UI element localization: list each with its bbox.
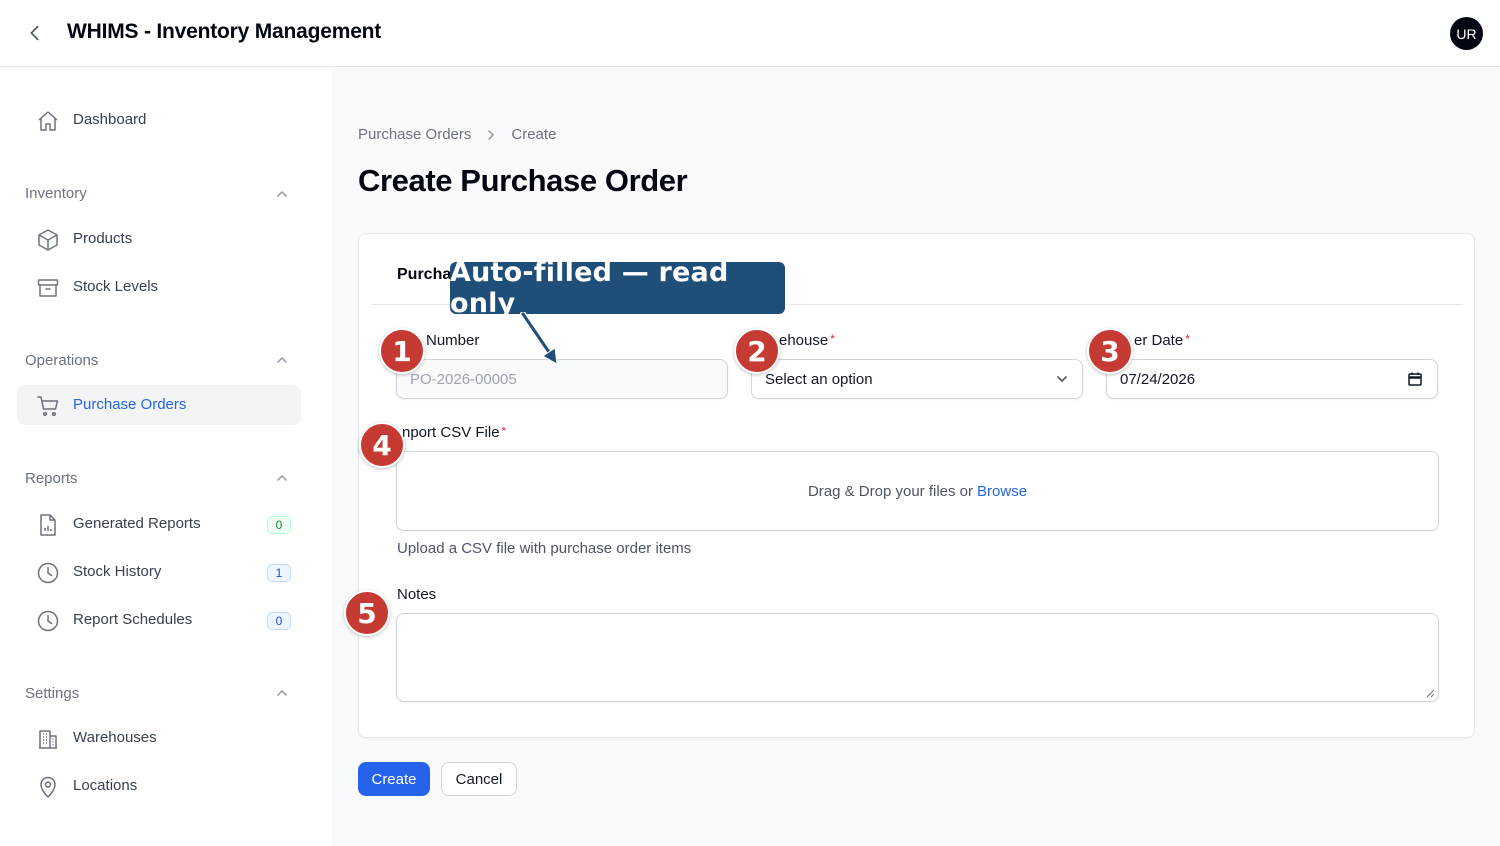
page-title: Create Purchase Order xyxy=(358,163,688,198)
count-badge: 0 xyxy=(267,612,291,630)
sidebar-item-report-schedules[interactable]: Report Schedules 0 xyxy=(17,600,301,640)
sidebar-item-label: Purchase Orders xyxy=(73,396,187,413)
sidebar-item-label: Warehouses xyxy=(73,729,157,746)
chevron-up-icon[interactable] xyxy=(274,352,290,368)
sidebar-item-label: Generated Reports xyxy=(73,515,201,532)
sidebar-item-warehouses[interactable]: Warehouses xyxy=(17,718,301,758)
clock-icon xyxy=(37,562,59,584)
breadcrumb: Purchase Orders Create xyxy=(358,126,556,143)
order-date-input[interactable]: 07/24/2026 xyxy=(1106,359,1438,399)
order-date-label: er Date * xyxy=(1134,332,1190,349)
csv-file-label: nport CSV File * xyxy=(402,424,507,441)
clock-icon xyxy=(37,610,59,632)
home-icon xyxy=(38,111,58,131)
shopping-cart-icon xyxy=(37,396,59,417)
chevron-up-icon[interactable] xyxy=(274,685,290,701)
annotation-callout: Auto-filled — read only xyxy=(450,257,785,319)
sidebar-item-purchase-orders[interactable]: Purchase Orders xyxy=(17,385,301,425)
user-avatar[interactable]: UR xyxy=(1450,17,1483,50)
chevron-down-icon xyxy=(1057,376,1067,382)
resize-handle-icon[interactable] xyxy=(1426,689,1435,698)
sidebar: Dashboard Inventory Products Stock Level… xyxy=(0,68,332,846)
document-chart-icon xyxy=(40,514,56,536)
chevron-up-icon[interactable] xyxy=(274,470,290,486)
sidebar-item-label: Dashboard xyxy=(73,111,147,128)
step-marker-1: 1 xyxy=(379,328,425,374)
back-arrow-icon[interactable] xyxy=(24,22,46,44)
group-label-settings: Settings xyxy=(25,685,80,702)
calendar-icon[interactable] xyxy=(1407,371,1423,387)
sidebar-item-products[interactable]: Products xyxy=(17,219,301,259)
breadcrumb-link-purchase-orders[interactable]: Purchase Orders xyxy=(358,126,471,143)
section-title: Purcha xyxy=(397,266,452,283)
group-label-operations: Operations xyxy=(25,352,99,369)
create-button[interactable]: Create xyxy=(358,762,430,796)
sidebar-item-stock-history[interactable]: Stock History 1 xyxy=(17,552,301,592)
count-badge: 0 xyxy=(267,516,291,534)
browse-link[interactable]: Browse xyxy=(977,483,1027,500)
cancel-button[interactable]: Cancel xyxy=(441,762,517,796)
map-pin-icon xyxy=(40,776,56,798)
sidebar-item-generated-reports[interactable]: Generated Reports 0 xyxy=(17,504,301,544)
building-icon xyxy=(39,730,57,749)
chevron-up-icon[interactable] xyxy=(274,186,290,202)
warehouse-select[interactable]: Select an option xyxy=(751,359,1083,399)
step-marker-3: 3 xyxy=(1087,328,1133,374)
notes-label: Notes xyxy=(397,586,437,603)
group-label-reports: Reports xyxy=(25,470,78,487)
sidebar-item-locations[interactable]: Locations xyxy=(17,766,301,806)
sidebar-item-stock-levels[interactable]: Stock Levels xyxy=(17,267,301,307)
po-number-label: Number xyxy=(426,332,480,349)
chevron-right-icon xyxy=(488,129,495,140)
cube-icon xyxy=(38,229,58,251)
csv-helper-text: Upload a CSV file with purchase order it… xyxy=(397,540,692,557)
sidebar-item-label: Stock History xyxy=(73,563,162,580)
step-marker-4: 4 xyxy=(359,422,405,468)
sidebar-item-label: Stock Levels xyxy=(73,278,159,295)
group-label-inventory: Inventory xyxy=(25,185,87,202)
sidebar-item-label: Products xyxy=(73,230,133,247)
warehouse-label: ehouse * xyxy=(779,332,835,349)
notes-textarea[interactable] xyxy=(396,613,1439,702)
sidebar-item-label: Report Schedules xyxy=(73,611,193,628)
order-date-value: 07/24/2026 xyxy=(1120,370,1196,388)
callout-arrow-icon xyxy=(520,312,558,365)
archive-box-icon xyxy=(37,279,59,297)
csv-dropzone[interactable]: Drag & Drop your files or Browse xyxy=(396,451,1439,531)
top-bar: WHIMS - Inventory Management UR xyxy=(0,0,1500,67)
dropzone-text: Drag & Drop your files or xyxy=(807,482,974,500)
warehouse-select-value: Select an option xyxy=(765,370,873,388)
count-badge: 1 xyxy=(267,564,291,582)
sidebar-item-label: Locations xyxy=(73,777,138,794)
breadcrumb-current: Create xyxy=(511,126,557,143)
step-marker-5: 5 xyxy=(344,590,390,636)
sidebar-item-dashboard[interactable]: Dashboard xyxy=(17,100,301,140)
app-title: WHIMS - Inventory Management xyxy=(67,20,382,43)
step-marker-2: 2 xyxy=(734,328,780,374)
